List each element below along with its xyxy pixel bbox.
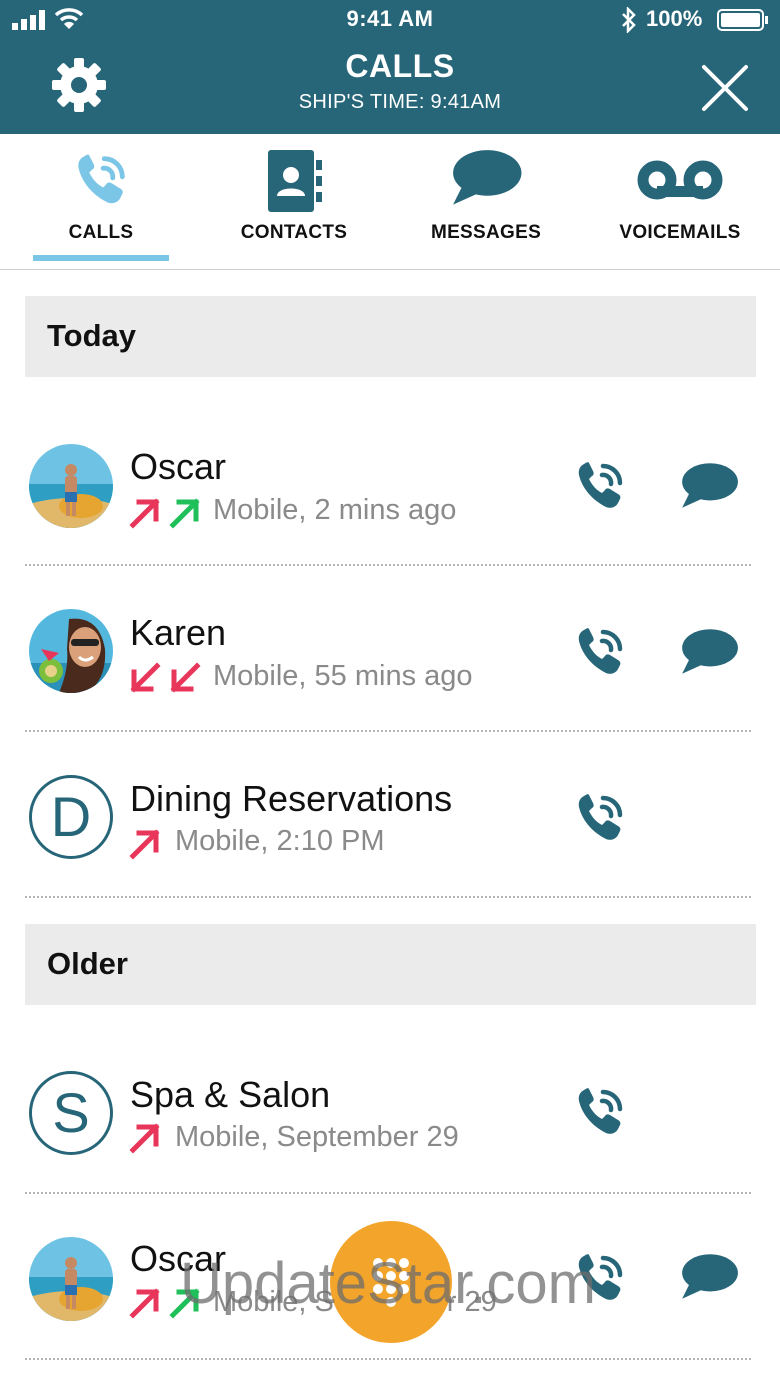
battery-icon	[717, 9, 768, 31]
outgoing-call-icon	[128, 1121, 162, 1155]
contact-name: Karen	[130, 612, 227, 653]
call-button-icon[interactable]	[570, 788, 630, 848]
active-tab-indicator	[33, 255, 169, 261]
call-row[interactable]: S Spa & Salon Mobile, September 29	[25, 1028, 751, 1194]
tab-bar: CALLS CONTACTS MESSAGES VOICEMAILS	[0, 134, 780, 270]
contact-name: Dining Reservations	[130, 778, 453, 819]
contacts-book-icon	[268, 150, 322, 212]
call-direction	[128, 496, 202, 535]
section-header-older: Older	[25, 924, 756, 1005]
call-row[interactable]: Oscar Mobile, 2 mins ago	[25, 400, 751, 566]
avatar	[29, 1237, 113, 1321]
status-bar: 9:41 AM 100%	[0, 0, 780, 38]
tab-calls-label: CALLS	[68, 222, 134, 243]
contact-name: Spa & Salon	[130, 1074, 331, 1115]
phone-icon	[69, 148, 133, 212]
call-detail: Mobile, 2 mins ago	[213, 494, 457, 526]
bluetooth-icon	[622, 7, 636, 33]
message-button-icon[interactable]	[678, 460, 740, 512]
voicemail-icon	[637, 160, 723, 200]
tab-contacts[interactable]: CONTACTS	[222, 134, 366, 270]
message-button-icon[interactable]	[678, 1251, 740, 1303]
call-row[interactable]: D Dining Reservations Mobile, 2:10 PM	[25, 732, 751, 898]
battery-percent: 100%	[646, 6, 703, 31]
call-row[interactable]: Karen Mobile, 55 mins ago	[25, 566, 751, 732]
contact-name: Oscar	[130, 446, 227, 487]
tab-calls[interactable]: CALLS	[33, 134, 169, 270]
tab-messages[interactable]: MESSAGES	[417, 134, 555, 270]
avatar: S	[29, 1071, 113, 1155]
call-detail: Mobile, 2:10 PM	[175, 825, 385, 857]
tab-voicemails-label: VOICEMAILS	[619, 222, 741, 243]
tab-voicemails[interactable]: VOICEMAILS	[608, 134, 752, 270]
message-button-icon[interactable]	[678, 626, 740, 678]
avatar	[29, 609, 113, 693]
avatar: D	[29, 775, 113, 859]
outgoing-call-icon	[128, 1286, 162, 1320]
tab-messages-label: MESSAGES	[430, 222, 542, 243]
outgoing-call-icon	[168, 496, 202, 530]
avatar	[29, 444, 113, 528]
call-button-icon[interactable]	[570, 622, 630, 682]
outgoing-call-icon	[128, 827, 162, 861]
outgoing-call-icon	[128, 496, 162, 530]
tab-contacts-label: CONTACTS	[240, 222, 348, 243]
call-detail: Mobile, 55 mins ago	[213, 660, 473, 692]
close-icon[interactable]	[700, 63, 750, 113]
section-header-today: Today	[25, 296, 756, 377]
call-direction	[128, 661, 202, 700]
section-title: Today	[47, 318, 136, 353]
call-button-icon[interactable]	[570, 1082, 630, 1142]
app-header: 9:41 AM 100% CALLS SHIP'S TIME: 9:41AM	[0, 0, 780, 134]
call-direction	[128, 1121, 162, 1160]
chat-bubble-icon	[448, 146, 524, 210]
missed-call-icon	[128, 661, 162, 695]
page-title: CALLS	[345, 48, 455, 84]
section-title: Older	[47, 946, 128, 981]
call-direction	[128, 827, 162, 866]
ships-time-label: SHIP'S TIME: 9:41AM	[298, 91, 502, 113]
missed-call-icon	[168, 661, 202, 695]
call-detail: Mobile, September 29	[175, 1121, 459, 1153]
call-button-icon[interactable]	[570, 456, 630, 516]
watermark: UpdateStar.com	[180, 1251, 596, 1316]
